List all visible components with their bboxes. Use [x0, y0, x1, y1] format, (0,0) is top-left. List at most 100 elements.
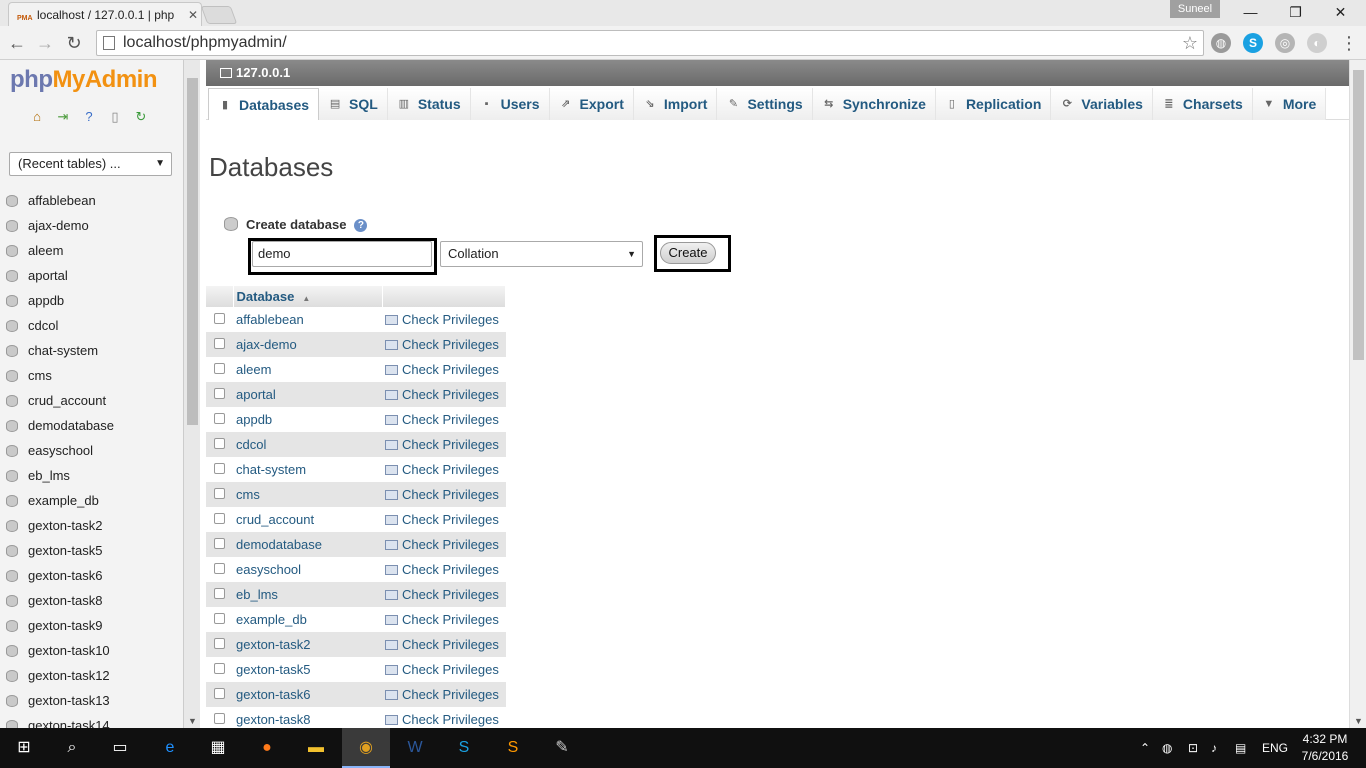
network-app-icon[interactable]: ◍ [1162, 728, 1172, 768]
main-scroll-thumb[interactable] [1353, 70, 1364, 360]
database-icon[interactable] [6, 419, 18, 432]
tab-charsets[interactable]: ≣ Charsets [1152, 88, 1253, 120]
sidebar-item-database[interactable]: gexton-task14 [0, 713, 183, 728]
scroll-down-icon[interactable]: ▼ [1350, 716, 1366, 726]
database-name-link[interactable]: easyschool [233, 557, 382, 582]
reload-navigation-icon[interactable]: ↻ [132, 108, 150, 126]
sidebar-item-label[interactable]: eb_lms [28, 468, 70, 483]
windows-start-icon[interactable]: ⊞ [10, 734, 38, 762]
database-name-link[interactable]: gexton-task8 [233, 707, 382, 728]
database-icon[interactable] [6, 669, 18, 682]
tab-settings[interactable]: ✎ Settings [717, 88, 813, 120]
sidebar-item-database[interactable]: gexton-task12 [0, 663, 183, 688]
row-checkbox[interactable] [214, 313, 225, 324]
sidebar-item-database[interactable]: cdcol [0, 313, 183, 338]
row-checkbox[interactable] [214, 713, 225, 724]
database-name-link[interactable]: crud_account [233, 507, 382, 532]
check-privileges-link[interactable]: Check Privileges [382, 407, 506, 432]
database-icon[interactable] [6, 494, 18, 507]
browser-tab[interactable]: PMA localhost / 127.0.0.1 | php ✕ [8, 2, 202, 26]
sidebar-scroll-thumb[interactable] [187, 78, 198, 425]
sidebar-item-database[interactable]: example_db [0, 488, 183, 513]
database-icon[interactable] [6, 469, 18, 482]
file-explorer-icon[interactable]: ▬ [302, 734, 330, 762]
sidebar-scrollbar[interactable]: ▼ [183, 60, 200, 728]
check-privileges-link[interactable]: Check Privileges [382, 607, 506, 632]
database-icon[interactable] [6, 719, 18, 728]
tab-replication[interactable]: ▯ Replication [935, 88, 1052, 120]
database-icon[interactable] [6, 569, 18, 582]
browser-menu-icon[interactable]: ⋮ [1340, 32, 1358, 54]
database-name-link[interactable]: affablebean [233, 307, 382, 332]
tray-expand-icon[interactable]: ⌃ [1140, 728, 1150, 768]
sidebar-item-label[interactable]: aleem [28, 243, 63, 258]
sidebar-item-label[interactable]: crud_account [28, 393, 106, 408]
sidebar-item-database[interactable]: easyschool [0, 438, 183, 463]
sidebar-item-database[interactable]: affablebean [0, 188, 183, 213]
database-icon[interactable] [6, 269, 18, 282]
sidebar-item-database[interactable]: gexton-task5 [0, 538, 183, 563]
row-checkbox[interactable] [214, 563, 225, 574]
sidebar-item-label[interactable]: appdb [28, 293, 64, 308]
server-breadcrumb[interactable]: 127.0.0.1 [206, 60, 1349, 86]
sidebar-item-label[interactable]: cdcol [28, 318, 58, 333]
clock[interactable]: 4:32 PM 7/6/2016 [1290, 731, 1360, 765]
sidebar-item-label[interactable]: cms [28, 368, 52, 383]
sidebar-item-label[interactable]: gexton-task13 [28, 693, 110, 708]
collation-select[interactable]: Collation ▼ [440, 241, 643, 267]
bookmark-star-icon[interactable]: ☆ [1177, 33, 1203, 54]
check-privileges-link[interactable]: Check Privileges [382, 632, 506, 657]
row-checkbox[interactable] [214, 613, 225, 624]
database-name-link[interactable]: appdb [233, 407, 382, 432]
check-privileges-link[interactable]: Check Privileges [382, 382, 506, 407]
check-privileges-link[interactable]: Check Privileges [382, 307, 506, 332]
volume-icon[interactable]: ♪ [1211, 728, 1217, 768]
extension-2-icon[interactable]: ◐ [1307, 33, 1327, 53]
sidebar-item-database[interactable]: gexton-task2 [0, 513, 183, 538]
database-name-link[interactable]: gexton-task5 [233, 657, 382, 682]
tab-import[interactable]: ⇘ Import [633, 88, 718, 120]
database-icon[interactable] [6, 294, 18, 307]
new-tab-button[interactable] [200, 6, 238, 24]
tab-users[interactable]: ▪ Users [470, 88, 550, 120]
address-bar[interactable]: localhost/phpmyadmin/ ☆ [96, 30, 1204, 56]
database-icon[interactable] [6, 444, 18, 457]
database-name-link[interactable]: example_db [233, 607, 382, 632]
sidebar-item-database[interactable]: eb_lms [0, 463, 183, 488]
sidebar-item-label[interactable]: gexton-task9 [28, 618, 102, 633]
sidebar-item-database[interactable]: aportal [0, 263, 183, 288]
help-icon[interactable]: ? [354, 219, 368, 232]
sidebar-item-label[interactable]: easyschool [28, 443, 93, 458]
check-privileges-link[interactable]: Check Privileges [382, 507, 506, 532]
sidebar-item-label[interactable]: example_db [28, 493, 99, 508]
database-icon[interactable] [6, 519, 18, 532]
action-center-icon[interactable]: ▤ [1235, 728, 1246, 768]
tab-more[interactable]: ▼ More [1252, 88, 1327, 120]
database-icon[interactable] [6, 594, 18, 607]
database-name-link[interactable]: eb_lms [233, 582, 382, 607]
sidebar-item-label[interactable]: chat-system [28, 343, 98, 358]
tab-status[interactable]: ▥ Status [387, 88, 471, 120]
globe-extension-icon[interactable]: ◍ [1211, 33, 1231, 53]
reload-icon[interactable]: ↻ [63, 32, 85, 54]
database-name-input[interactable]: demo [252, 241, 432, 267]
tab-variables[interactable]: ⟳ Variables [1051, 88, 1153, 120]
check-privileges-link[interactable]: Check Privileges [382, 707, 506, 728]
docs-icon[interactable]: ▯ [106, 108, 124, 126]
row-checkbox[interactable] [214, 463, 225, 474]
database-column-header[interactable]: Database ▲ [233, 286, 383, 307]
database-icon[interactable] [6, 319, 18, 332]
check-privileges-link[interactable]: Check Privileges [382, 332, 506, 357]
sidebar-item-label[interactable]: aportal [28, 268, 68, 283]
check-privileges-link[interactable]: Check Privileges [382, 557, 506, 582]
forward-icon[interactable]: → [34, 32, 56, 54]
check-privileges-link[interactable]: Check Privileges [382, 432, 506, 457]
sidebar-item-database[interactable]: gexton-task13 [0, 688, 183, 713]
database-icon[interactable] [6, 694, 18, 707]
main-scrollbar[interactable]: ▼ [1349, 60, 1366, 728]
chrome-icon[interactable]: ◉ [352, 734, 380, 762]
recent-tables-select[interactable]: (Recent tables) ... ▼ [9, 152, 172, 176]
sidebar-item-database[interactable]: gexton-task10 [0, 638, 183, 663]
database-name-link[interactable]: gexton-task6 [233, 682, 382, 707]
profile-button[interactable]: Suneel [1170, 0, 1220, 18]
